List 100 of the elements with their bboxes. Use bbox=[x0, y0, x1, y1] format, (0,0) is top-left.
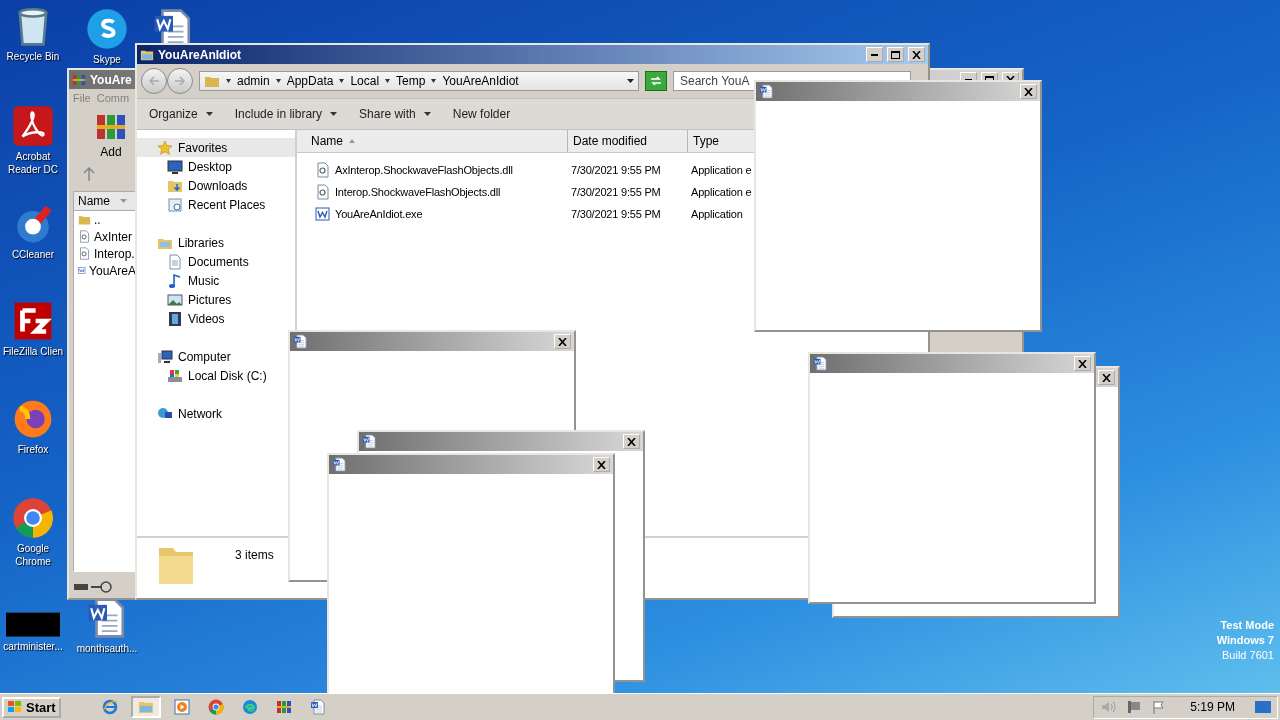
address-bar[interactable]: admin AppData Local Temp YouAreAnIdiot bbox=[199, 71, 639, 91]
file-name[interactable]: AxInter bbox=[94, 229, 132, 244]
ftp-icon bbox=[12, 300, 54, 342]
file-name[interactable]: Interop. bbox=[94, 246, 135, 261]
desktop-icon-label[interactable]: CCleaner bbox=[11, 248, 55, 261]
close-button[interactable] bbox=[1074, 356, 1091, 371]
window-title: YouAreAnIdiot bbox=[158, 47, 242, 62]
hard-drive-icon bbox=[167, 367, 183, 384]
caret-icon bbox=[226, 79, 231, 83]
command-button[interactable]: Share with bbox=[359, 105, 431, 123]
breadcrumb-item[interactable]: admin bbox=[237, 74, 270, 88]
back-button[interactable] bbox=[141, 68, 167, 94]
edition-text: Windows 7 bbox=[1216, 633, 1274, 648]
word-document-icon bbox=[293, 334, 308, 349]
music-note-icon bbox=[167, 272, 183, 289]
close-button[interactable] bbox=[593, 457, 610, 472]
desktop-icon-label[interactable]: Acrobat Reader DC bbox=[0, 150, 66, 176]
file-name[interactable]: Interop.ShockwaveFlashObjects.dll bbox=[297, 184, 568, 200]
chat-icon bbox=[86, 8, 128, 50]
folder-icon bbox=[78, 213, 91, 226]
desktop-icon-label[interactable]: Recycle Bin bbox=[6, 50, 60, 63]
network-icon[interactable] bbox=[1126, 700, 1143, 714]
command-button[interactable]: New folder bbox=[452, 105, 511, 123]
refresh-arrows-icon bbox=[650, 76, 662, 86]
close-button[interactable] bbox=[1020, 84, 1037, 99]
browser-icon bbox=[207, 699, 224, 715]
desktop-icon-label[interactable]: Google Chrome bbox=[0, 542, 66, 568]
breadcrumb-item[interactable]: Temp bbox=[396, 74, 426, 88]
refresh-button[interactable] bbox=[645, 71, 667, 91]
close-button[interactable] bbox=[623, 434, 640, 449]
file-name[interactable]: AxInterop.ShockwaveFlashObjects.dll bbox=[297, 162, 568, 178]
document-icon bbox=[167, 253, 183, 270]
desktop-icon-label[interactable]: Firefox bbox=[17, 443, 49, 456]
file-name[interactable]: YouAreA bbox=[89, 263, 136, 278]
caret-icon bbox=[339, 79, 345, 83]
close-icon bbox=[912, 50, 921, 59]
type-cell-text: Application e bbox=[690, 186, 753, 198]
maximize-button[interactable] bbox=[887, 47, 904, 62]
flag-icon[interactable] bbox=[1152, 700, 1167, 714]
date-cell-text: 7/30/2021 9:55 PM bbox=[570, 208, 662, 220]
forward-arrow-icon bbox=[174, 76, 186, 86]
add-label[interactable]: Add bbox=[100, 145, 122, 159]
column-header[interactable]: Date modified bbox=[568, 130, 688, 152]
desktop-icon-label[interactable]: FileZilla Clien bbox=[3, 345, 63, 358]
gear-file-icon bbox=[315, 162, 331, 178]
monitor-icon bbox=[167, 158, 183, 175]
close-icon bbox=[558, 337, 567, 346]
desktop-icon-label[interactable]: cartminister... bbox=[3, 640, 63, 654]
caret-icon bbox=[205, 112, 213, 116]
drive-key-icon bbox=[73, 581, 113, 593]
close-button[interactable] bbox=[554, 334, 571, 349]
command-button[interactable]: Organize bbox=[149, 105, 213, 123]
nav-item[interactable]: Desktop bbox=[137, 157, 295, 176]
breadcrumb-item[interactable]: Local bbox=[350, 74, 380, 88]
window-title: YouAre bbox=[90, 72, 132, 87]
nav-item[interactable]: Music bbox=[137, 271, 295, 290]
caret-icon bbox=[120, 199, 127, 203]
folder-icon bbox=[137, 699, 154, 715]
word-document-icon bbox=[332, 457, 347, 472]
nav-item[interactable]: Recent Places bbox=[137, 195, 295, 214]
close-icon bbox=[597, 460, 606, 469]
nav-item[interactable]: Downloads bbox=[137, 176, 295, 195]
pdf-reader-icon bbox=[12, 105, 54, 147]
breadcrumb-item[interactable]: YouAreAnIdiot bbox=[442, 74, 519, 88]
caret-icon bbox=[627, 79, 634, 83]
date-cell-text: 7/30/2021 9:55 PM bbox=[570, 186, 662, 198]
file-thumbnail-icon bbox=[5, 612, 61, 638]
nav-item[interactable]: Libraries bbox=[137, 233, 295, 252]
archive-books-icon bbox=[72, 72, 86, 87]
desktop-icon-label[interactable]: monthsauth... bbox=[76, 642, 138, 655]
recent-places-icon bbox=[167, 196, 183, 213]
nav-item[interactable]: Videos bbox=[137, 309, 295, 328]
nav-item[interactable]: Pictures bbox=[137, 290, 295, 309]
close-button[interactable] bbox=[908, 47, 925, 62]
breadcrumb-item[interactable]: AppData bbox=[286, 74, 334, 88]
gear-file-icon bbox=[78, 230, 91, 243]
browser-icon bbox=[12, 497, 54, 539]
column-header[interactable]: Name bbox=[74, 192, 136, 211]
command-button[interactable]: Include in library bbox=[234, 105, 338, 123]
nav-item[interactable]: Favorites bbox=[137, 138, 295, 157]
file-name[interactable]: YouAreAnIdiot.exe bbox=[297, 206, 568, 222]
caret-icon bbox=[385, 79, 391, 83]
caret-icon bbox=[275, 79, 281, 83]
word-document-icon bbox=[309, 699, 326, 715]
nav-item[interactable]: Documents bbox=[137, 252, 295, 271]
file-name[interactable]: .. bbox=[94, 212, 101, 227]
picture-icon bbox=[167, 291, 183, 308]
column-header[interactable]: Name bbox=[297, 130, 568, 152]
forward-button[interactable] bbox=[167, 68, 193, 94]
close-icon bbox=[1102, 373, 1111, 382]
windows-logo-icon bbox=[7, 700, 23, 714]
clock[interactable]: 5:19 PM bbox=[1190, 700, 1235, 714]
caret-icon bbox=[330, 112, 338, 116]
close-button[interactable] bbox=[1098, 370, 1115, 385]
start-button[interactable]: Start bbox=[2, 696, 61, 718]
desktop-icon-label[interactable]: Skype bbox=[93, 53, 121, 66]
word-document-icon bbox=[362, 434, 377, 449]
word-document-icon bbox=[813, 356, 828, 371]
close-icon bbox=[1024, 87, 1033, 96]
minimize-button[interactable] bbox=[866, 47, 883, 62]
